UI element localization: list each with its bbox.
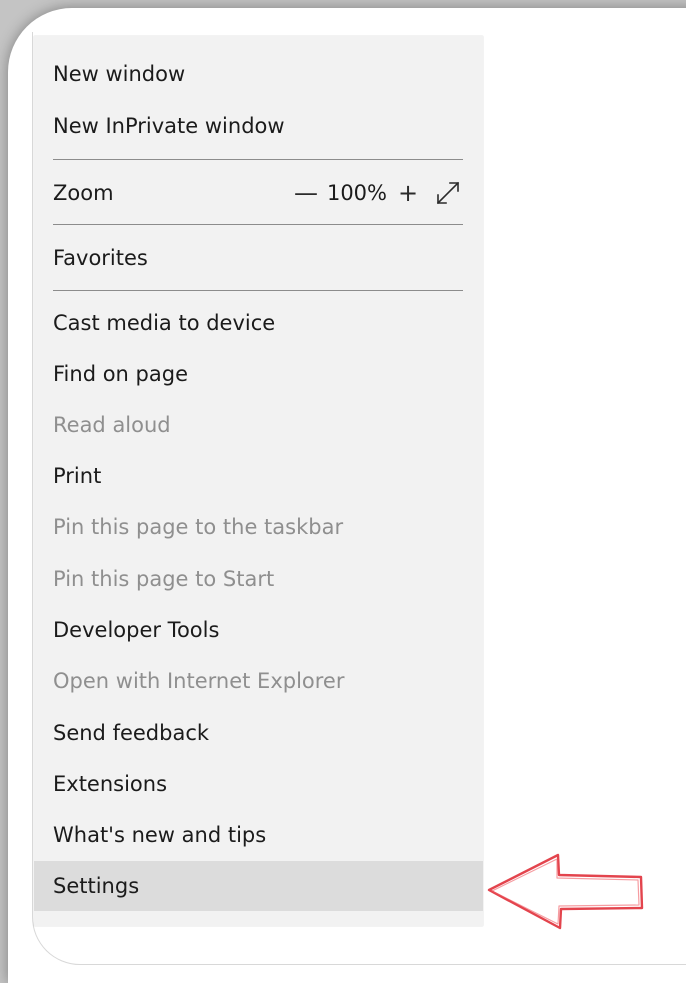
menu-item-pin-to-start[interactable]: Pin this page to Start — [34, 554, 483, 604]
menu-separator — [53, 290, 463, 291]
menu-item-send-feedback[interactable]: Send feedback — [34, 708, 483, 758]
left-arrow-callout-icon — [487, 853, 644, 930]
menu-item-print[interactable]: Print — [34, 451, 483, 501]
menu-item-pin-to-taskbar[interactable]: Pin this page to the taskbar — [34, 502, 483, 552]
menu-item-extensions[interactable]: Extensions — [34, 759, 483, 809]
zoom-level-value: 100% — [326, 181, 387, 205]
menu-separator — [53, 159, 463, 160]
zoom-controls: — 100% + — [291, 168, 461, 218]
browser-more-menu: New window New InPrivate window Zoom — 1… — [34, 36, 483, 926]
menu-item-read-aloud[interactable]: Read aloud — [34, 400, 483, 450]
zoom-out-button[interactable]: — — [291, 168, 321, 218]
menu-item-find-on-page[interactable]: Find on page — [34, 349, 483, 399]
zoom-label: Zoom — [53, 181, 114, 205]
zoom-in-button[interactable]: + — [393, 168, 423, 218]
menu-item-developer-tools[interactable]: Developer Tools — [34, 605, 483, 655]
fullscreen-expand-icon[interactable] — [423, 168, 461, 218]
menu-item-zoom: Zoom — 100% + — [34, 168, 483, 218]
menu-item-new-inprivate-window[interactable]: New InPrivate window — [34, 101, 483, 151]
menu-item-new-window[interactable]: New window — [34, 49, 483, 99]
menu-item-whats-new[interactable]: What's new and tips — [34, 810, 483, 860]
menu-item-open-with-ie[interactable]: Open with Internet Explorer — [34, 656, 483, 706]
menu-item-favorites[interactable]: Favorites — [34, 233, 483, 283]
menu-item-settings[interactable]: Settings — [34, 861, 483, 911]
menu-item-cast-media[interactable]: Cast media to device — [34, 298, 483, 348]
menu-separator — [53, 224, 463, 225]
